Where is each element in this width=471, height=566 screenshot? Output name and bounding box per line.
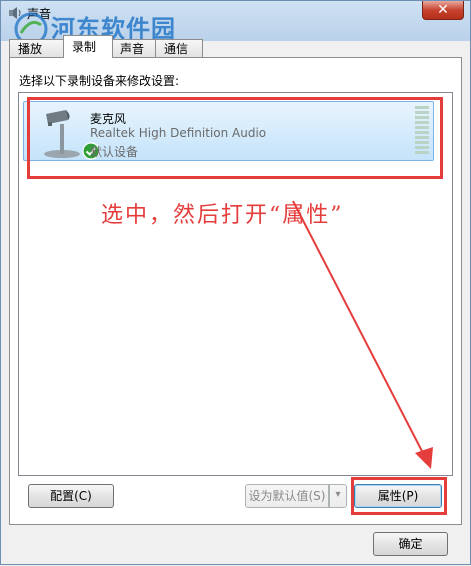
ok-button[interactable]: 确定 — [373, 532, 448, 556]
configure-button[interactable]: 配置(C) — [28, 484, 114, 508]
sound-dialog: 声音 ✕ 河东软件园 www.pc0359.cn 播放 录制 声音 通信 选择以… — [0, 0, 471, 565]
window-title: 声音 — [27, 7, 52, 21]
set-default-dropdown-arrow-icon[interactable]: ▾ — [329, 484, 347, 508]
tab-sounds[interactable]: 声音 — [111, 39, 157, 57]
properties-button[interactable]: 属性(P) — [354, 484, 442, 508]
speaker-icon — [9, 7, 21, 19]
device-status: 默认设备 — [90, 145, 139, 159]
device-name: 麦克风 — [90, 112, 127, 126]
title-bar: 声音 ✕ — [1, 1, 470, 25]
tab-communications[interactable]: 通信 — [155, 39, 203, 57]
set-default-button[interactable]: 设为默认值(S) — [245, 484, 329, 508]
recording-panel: 选择以下录制设备来修改设置: 麦克风 Realtek High Definiti… — [9, 57, 462, 525]
device-description: Realtek High Definition Audio — [90, 126, 267, 140]
device-list[interactable]: 麦克风 Realtek High Definition Audio 默认设备 — [18, 92, 453, 476]
level-meter — [415, 106, 429, 156]
tab-recording[interactable]: 录制 — [63, 35, 113, 58]
device-item-microphone[interactable]: 麦克风 Realtek High Definition Audio 默认设备 — [23, 101, 434, 161]
tab-playback[interactable]: 播放 — [9, 39, 65, 57]
microphone-icon — [44, 110, 80, 158]
instruction-label: 选择以下录制设备来修改设置: — [19, 74, 180, 88]
annotation-text: 选中，然后打开“属性” — [101, 203, 344, 228]
close-button[interactable]: ✕ — [422, 1, 464, 20]
